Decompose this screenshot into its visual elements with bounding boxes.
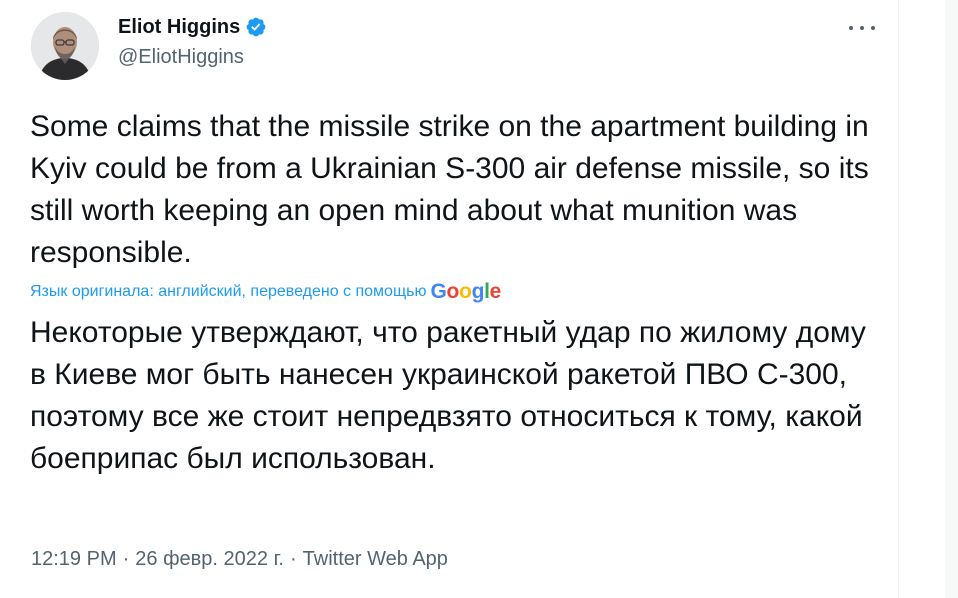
author-handle[interactable]: @EliotHiggins <box>118 44 244 70</box>
dot <box>860 26 864 30</box>
tweet-source[interactable]: Twitter Web App <box>303 545 448 573</box>
sidebar-edge <box>945 0 958 598</box>
dot <box>849 26 853 30</box>
translation-attribution[interactable]: Язык оригинала: английский, переведено с… <box>30 280 501 304</box>
avatar[interactable] <box>31 12 99 80</box>
avatar-image <box>31 12 99 80</box>
tweet-text: Some claims that the missile strike on t… <box>30 110 869 269</box>
tweet-meta: 12:19 PM · 26 февр. 2022 г. · Twitter We… <box>31 545 448 573</box>
tweet: Eliot Higgins @EliotHiggins Some claims … <box>0 0 898 598</box>
meta-separator: · <box>122 548 130 570</box>
more-options-icon[interactable] <box>849 18 875 38</box>
translated-tweet-text: Некоторые утверждают, что ракетный удар … <box>30 316 866 475</box>
tweet-time[interactable]: 12:19 PM <box>31 545 117 573</box>
tweet-date[interactable]: 26 февр. 2022 г. <box>135 545 284 573</box>
right-rail <box>898 0 958 598</box>
meta-separator: · <box>289 548 297 570</box>
verified-badge-icon <box>246 17 266 37</box>
google-logo: Google <box>430 280 502 303</box>
dot <box>871 26 875 30</box>
translation-note-text[interactable]: Язык оригинала: английский, переведено с… <box>30 283 426 301</box>
author-name-row[interactable]: Eliot Higgins <box>118 14 267 40</box>
author-display-name[interactable]: Eliot Higgins <box>118 14 240 40</box>
